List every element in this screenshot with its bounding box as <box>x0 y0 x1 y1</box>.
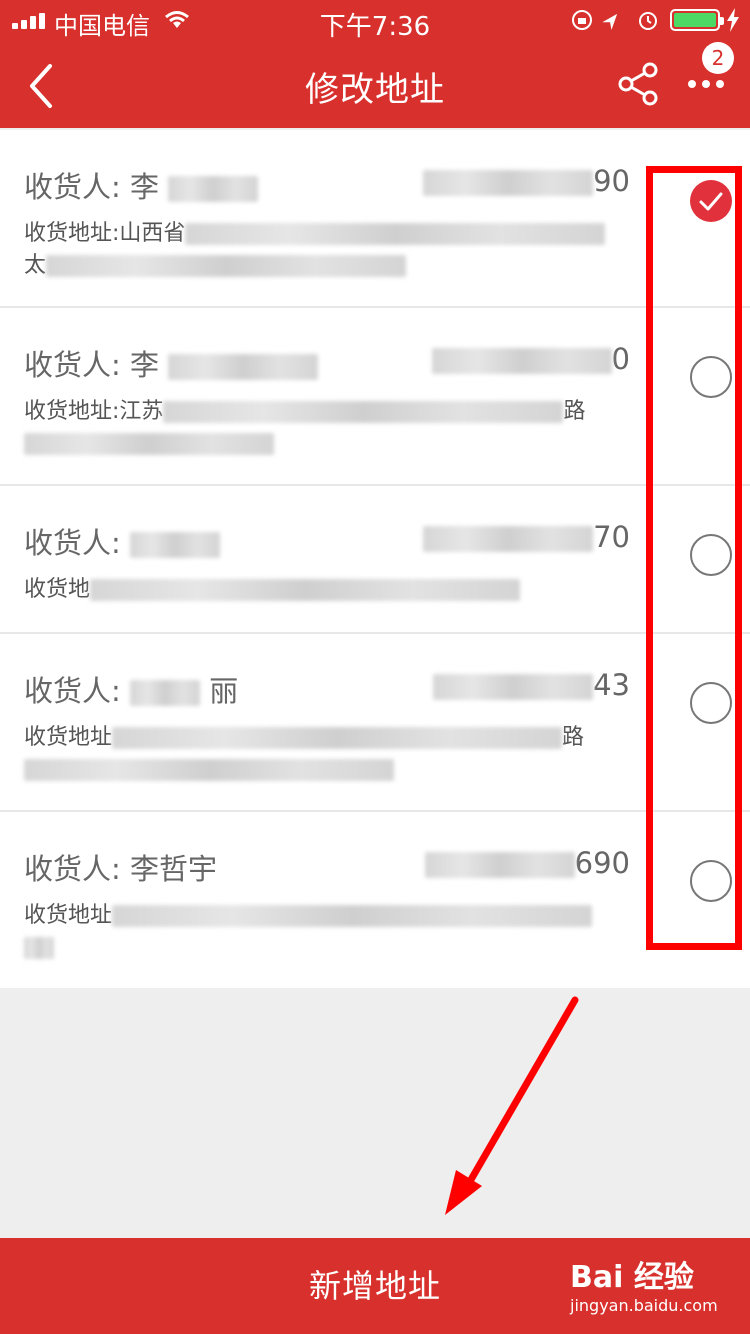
recipient-name: 收货人: <box>24 520 220 562</box>
recipient-name: 收货人: 丽 <box>24 674 239 708</box>
address-item[interactable]: 收货人: 丽 43 收货地址路 <box>0 634 750 812</box>
recipient-phone: 0 <box>431 342 630 376</box>
address-item[interactable]: 收货人: 李 0 收货地址:江苏路 <box>0 308 750 486</box>
watermark-brand: Bai 经验 <box>570 1260 694 1295</box>
status-icons <box>572 10 657 30</box>
select-radio[interactable] <box>690 356 732 398</box>
header-bar: 中国电信 下午7:36 修改地址 2 <box>0 0 750 128</box>
recipient-address: 收货地址:江苏路 <box>24 396 630 460</box>
select-radio[interactable] <box>690 682 732 724</box>
recipient-name: 收货人: 李哲宇 <box>24 852 218 886</box>
battery-icon <box>670 9 724 31</box>
recipient-address: 收货地址 <box>24 900 630 964</box>
address-item[interactable]: 收货人: 李哲宇 690 收货地址 <box>0 812 750 988</box>
recipient-name: 收货人: 李 <box>24 164 259 206</box>
recipient-phone: 90 <box>423 164 630 198</box>
address-item[interactable]: 收货人: 李 90 收货地址:山西省 太 <box>0 130 750 308</box>
recipient-address: 收货地址路 <box>24 722 630 786</box>
charging-icon <box>727 8 739 32</box>
watermark-url: jingyan.baidu.com <box>570 1296 718 1315</box>
recipient-address: 收货地 <box>24 574 630 606</box>
address-item[interactable]: 收货人: 70 收货地 <box>0 486 750 634</box>
recipient-name: 收货人: 李 <box>24 342 319 384</box>
select-radio[interactable] <box>690 534 732 576</box>
arrow-annotation <box>445 996 579 1215</box>
select-radio[interactable] <box>690 860 732 902</box>
baidu-watermark: Bai 经验 jingyan.baidu.com <box>570 1252 718 1315</box>
select-radio-checked[interactable] <box>690 180 732 222</box>
recipient-phone: 43 <box>433 668 630 702</box>
checkmark-icon <box>699 192 723 211</box>
recipient-phone: 70 <box>423 520 630 554</box>
status-bar: 中国电信 下午7:36 <box>0 0 750 42</box>
share-icon[interactable] <box>614 60 662 108</box>
recipient-phone: 690 <box>424 846 630 880</box>
more-dots-icon[interactable] <box>686 72 728 96</box>
recipient-address: 收货地址:山西省 太 <box>24 218 630 282</box>
notification-badge: 2 <box>702 42 734 74</box>
